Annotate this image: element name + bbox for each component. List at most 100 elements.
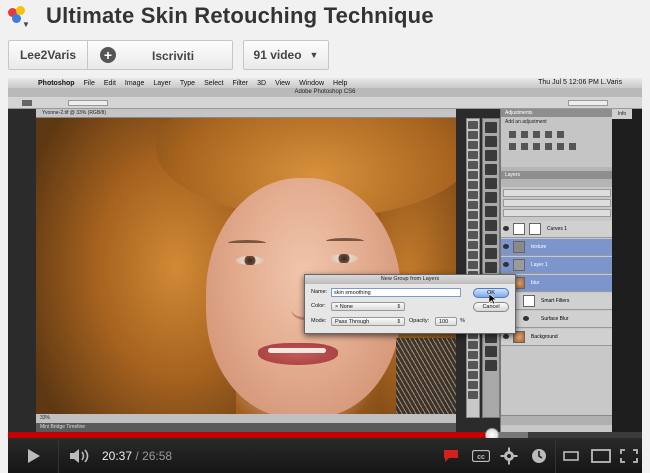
time-display: 20:37 / 26:58 (102, 449, 172, 463)
layer-thumbnail (513, 241, 525, 253)
workspace-select (568, 100, 608, 106)
layer-row[interactable]: Curves 1 (501, 221, 613, 238)
large-player-button[interactable] (588, 438, 614, 473)
hue-icon (509, 143, 516, 150)
layer-row[interactable]: Background (501, 329, 613, 346)
layers-footer-icons (501, 415, 613, 425)
eye-icon[interactable] (503, 262, 509, 267)
current-time: 20:37 (102, 449, 133, 463)
dock-icon (485, 220, 497, 231)
mouse-cursor-icon (489, 294, 497, 304)
bw-icon (533, 143, 540, 150)
youtube-logo-icon[interactable]: ▼ (8, 6, 30, 29)
photo-canvas (36, 118, 456, 414)
chevron-down-icon: ⇕ (396, 319, 401, 325)
tool-icon (468, 181, 478, 189)
opacity-label: Opacity: (409, 318, 430, 324)
menu-item: Type (179, 79, 196, 87)
tool-icon (468, 171, 478, 179)
chevron-down-icon: ▼ (309, 50, 319, 60)
right-panels: Adjustments Add an adjustment Layers Cur… (500, 109, 613, 432)
tool-icon (468, 211, 478, 219)
layer-row[interactable]: texture (501, 239, 613, 256)
tool-icon (468, 191, 478, 199)
videos-dropdown-button[interactable]: 91 video ▼ (243, 40, 329, 70)
mac-menu-bar: Photoshop File Edit Image Layer Type Sel… (8, 78, 642, 88)
curves-icon (533, 131, 540, 138)
menu-item: 3D (257, 79, 267, 87)
subscribe-label: Iscriviti (152, 49, 195, 63)
tool-icon (468, 391, 478, 399)
fullscreen-button[interactable] (616, 438, 642, 473)
layer-name: texture (531, 244, 547, 250)
opacity-value: 100 (439, 319, 449, 325)
panel-dock-icons (482, 118, 500, 418)
tool-icon (468, 261, 478, 269)
small-player-button[interactable] (558, 438, 584, 473)
player-controls: 20:37 / 26:58 cc (8, 438, 642, 473)
menu-item: Filter (232, 79, 249, 87)
menu-item: Image (124, 79, 145, 87)
layer-name: blur (531, 280, 540, 286)
layer-row[interactable]: Layer 1 (501, 257, 613, 274)
mode-select[interactable]: Pass Through ⇕ (331, 317, 405, 326)
lookup-icon (569, 143, 576, 150)
eye-icon[interactable] (503, 244, 509, 249)
color-select[interactable]: × None ⇕ (331, 302, 405, 311)
menu-item: Window (299, 79, 325, 87)
tool-icon (468, 361, 478, 369)
layer-name: Surface Blur (541, 316, 569, 322)
layer-name: Curves 1 (547, 226, 568, 232)
dock-icon (485, 192, 497, 203)
layer-thumbnail (513, 259, 525, 271)
layer-row[interactable]: Smart Filters (501, 293, 613, 310)
tool-icon (468, 351, 478, 359)
dock-icon (485, 150, 497, 161)
opacity-input[interactable]: 100 (435, 317, 457, 326)
layer-row[interactable]: blur (501, 275, 613, 292)
chevron-down-icon: ⇕ (396, 304, 401, 310)
tool-icon (468, 151, 478, 159)
play-button[interactable] (14, 438, 54, 473)
settings-button[interactable] (496, 438, 522, 473)
watch-later-button[interactable] (526, 438, 552, 473)
video-player[interactable]: Photoshop File Edit Image Layer Type Sel… (8, 78, 642, 473)
eye-icon[interactable] (523, 316, 529, 321)
eye-icon[interactable] (503, 334, 509, 339)
exposure-icon (545, 131, 552, 138)
subscribe-button[interactable]: + Iscriviti (87, 40, 233, 70)
group-name-input[interactable]: skin smoothing (331, 288, 461, 297)
dock-icon (485, 262, 497, 273)
svg-text:cc: cc (477, 454, 485, 461)
menu-item: Layer (153, 79, 171, 87)
volume-button[interactable] (64, 438, 96, 473)
channel-user-button[interactable]: Lee2Varis (8, 40, 88, 70)
tool-icon (468, 221, 478, 229)
lock-fill-bar (503, 209, 611, 217)
tool-icon (468, 251, 478, 259)
dock-icon (485, 178, 497, 189)
captions-button[interactable]: cc (468, 438, 494, 473)
status-bar: 33% (36, 414, 456, 423)
blend-opacity-bar (503, 199, 611, 207)
opacity-unit: % (460, 318, 465, 324)
smart-filter-thumbnail (523, 295, 535, 307)
large-player-icon (591, 448, 611, 463)
annotations-button[interactable] (438, 438, 464, 473)
tool-icon (468, 141, 478, 149)
tool-icon (468, 131, 478, 139)
tools-panel (466, 118, 480, 418)
dock-icon (485, 360, 497, 371)
left-brow (228, 240, 266, 246)
eye-icon[interactable] (503, 226, 509, 231)
tool-icon (468, 381, 478, 389)
mode-select (68, 100, 108, 106)
video-frame[interactable]: Photoshop File Edit Image Layer Type Sel… (8, 78, 642, 432)
menu-item: Select (204, 79, 224, 87)
guitar-strings (396, 338, 456, 414)
layer-row[interactable]: Surface Blur (501, 311, 613, 328)
layers-panel: Curves 1 texture Layer 1 blur Smart Filt… (501, 187, 613, 432)
small-player-icon (563, 450, 579, 461)
teeth (268, 348, 326, 353)
tool-icon (468, 341, 478, 349)
